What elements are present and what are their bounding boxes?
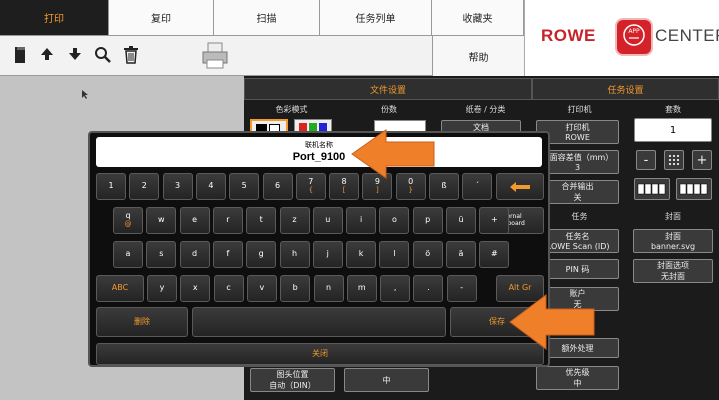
increment-button[interactable]: + (692, 150, 712, 170)
key-i[interactable]: i (346, 207, 377, 234)
reverse-order-icon[interactable] (676, 178, 712, 200)
space-key[interactable] (192, 307, 446, 337)
key-n[interactable]: n (313, 275, 344, 302)
cover-button[interactable]: 封面 banner.svg (633, 229, 713, 253)
key-t[interactable]: t (246, 207, 277, 234)
key-1[interactable]: 1 (96, 173, 126, 200)
key-3[interactable]: 3 (162, 173, 193, 200)
tab-favorites[interactable]: 收藏夹 (432, 0, 524, 36)
delete-key[interactable]: 删除 (96, 307, 188, 337)
printer-label: 打印机 (567, 105, 592, 114)
key-f[interactable]: f (212, 241, 243, 268)
trash-icon[interactable] (121, 46, 141, 66)
cover-option-button[interactable]: 封面选项 无封面 (633, 259, 713, 283)
key-r[interactable]: r (212, 207, 243, 234)
search-icon[interactable] (93, 46, 113, 66)
key-a[interactable]: a (113, 241, 143, 268)
printer-icon[interactable] (200, 42, 230, 70)
backspace-key[interactable] (496, 173, 544, 200)
key-ä[interactable]: ä (446, 241, 476, 268)
close-key[interactable]: 关闭 (96, 343, 544, 365)
tab-print[interactable]: 打印 (0, 0, 109, 36)
key-l[interactable]: l (379, 241, 410, 268)
key-7[interactable]: 7{ (295, 173, 326, 200)
key-ö[interactable]: ö (412, 241, 443, 268)
key-q[interactable]: q @ (113, 207, 143, 234)
tab-bar: 打印 复印 扫描 任务列单 收藏夹 (0, 0, 524, 36)
fold-sort-label: 纸卷 / 分类 (465, 105, 506, 114)
key-c[interactable]: c (213, 275, 244, 302)
abc-key[interactable]: ABC (96, 275, 144, 302)
key-#[interactable]: # (479, 241, 510, 268)
tab-copy[interactable]: 复印 (109, 0, 214, 36)
arrow-down-icon[interactable] (65, 46, 85, 66)
key-4[interactable]: 4 (195, 173, 226, 200)
key-y[interactable]: y (147, 275, 177, 302)
rowe-logo: ROWE APP CENTER (524, 0, 719, 76)
key-+[interactable]: + (479, 207, 510, 234)
sets-label: 套数 (665, 105, 681, 114)
file-settings-header: 文件设置 (244, 78, 532, 100)
key-s[interactable]: s (146, 241, 177, 268)
key-u[interactable]: u (312, 207, 343, 234)
cover-label: 封面 (665, 212, 681, 221)
key-m[interactable]: m (346, 275, 377, 302)
key-.[interactable]: . (413, 275, 444, 302)
position-button[interactable]: 图头位置 自动（DIN） (250, 368, 335, 392)
copies-label: 份数 (381, 105, 397, 114)
key-j[interactable]: j (312, 241, 343, 268)
backspace-icon (510, 181, 530, 192)
key-b[interactable]: b (280, 275, 311, 302)
key-e[interactable]: e (179, 207, 210, 234)
virtual-keyboard: 联机名称 Port_9100 external keyboard ABC Alt… (88, 131, 550, 367)
key-2[interactable]: 2 (129, 173, 160, 200)
help-label: 帮助 (468, 52, 489, 64)
sets-field[interactable]: 1 (634, 118, 712, 142)
tab-label: 复印 (151, 14, 171, 25)
mouse-cursor-icon (82, 90, 88, 99)
tab-label: 扫描 (256, 14, 277, 25)
app-icon: APP (615, 18, 653, 56)
help-button[interactable]: 帮助 (432, 36, 524, 76)
priority-button[interactable]: 优先级中 (536, 366, 619, 390)
input-value: Port_9100 (292, 151, 346, 163)
logo-rowe-text: ROWE (541, 26, 596, 45)
port-name-input[interactable]: 联机名称 Port_9100 (96, 137, 542, 167)
middle-button[interactable]: 中 (344, 368, 429, 392)
key-v[interactable]: v (246, 275, 277, 302)
keypad-icon[interactable] (664, 150, 684, 170)
key--[interactable]: - (446, 275, 477, 302)
key-´[interactable]: ´ (462, 173, 493, 200)
key-z[interactable]: z (279, 207, 310, 234)
tab-label: 打印 (44, 14, 64, 25)
key-p[interactable]: p (412, 207, 443, 234)
color-mode-label: 色彩模式 (275, 105, 308, 114)
decrement-button[interactable]: - (636, 150, 656, 170)
svg-text:APP: APP (628, 28, 640, 35)
arrow-left-save-icon (509, 294, 595, 350)
arrow-up-icon[interactable] (37, 46, 57, 66)
collate-order-icon[interactable] (634, 178, 670, 200)
key-h[interactable]: h (279, 241, 310, 268)
tab-job-list[interactable]: 任务列单 (320, 0, 432, 36)
tab-scan[interactable]: 扫描 (214, 0, 320, 36)
arrow-left-icon (351, 129, 435, 179)
logo-center-text: CENTER (655, 26, 719, 45)
key-g[interactable]: g (246, 241, 277, 268)
job-settings-header: 任务设置 (532, 78, 719, 100)
key-5[interactable]: 5 (229, 173, 260, 200)
key-k[interactable]: k (346, 241, 377, 268)
key-x[interactable]: x (180, 275, 211, 302)
tab-label: 任务列单 (355, 14, 396, 25)
input-label: 联机名称 (305, 141, 333, 149)
key-ü[interactable]: ü (446, 207, 476, 234)
key-o[interactable]: o (379, 207, 410, 234)
key-d[interactable]: d (179, 241, 210, 268)
key-w[interactable]: w (146, 207, 177, 234)
key-,[interactable]: , (380, 275, 411, 302)
key-6[interactable]: 6 (262, 173, 293, 200)
tab-label: 收藏夹 (462, 14, 493, 25)
app-badge-icon: APP (623, 24, 645, 46)
folder-icon[interactable] (10, 46, 30, 66)
